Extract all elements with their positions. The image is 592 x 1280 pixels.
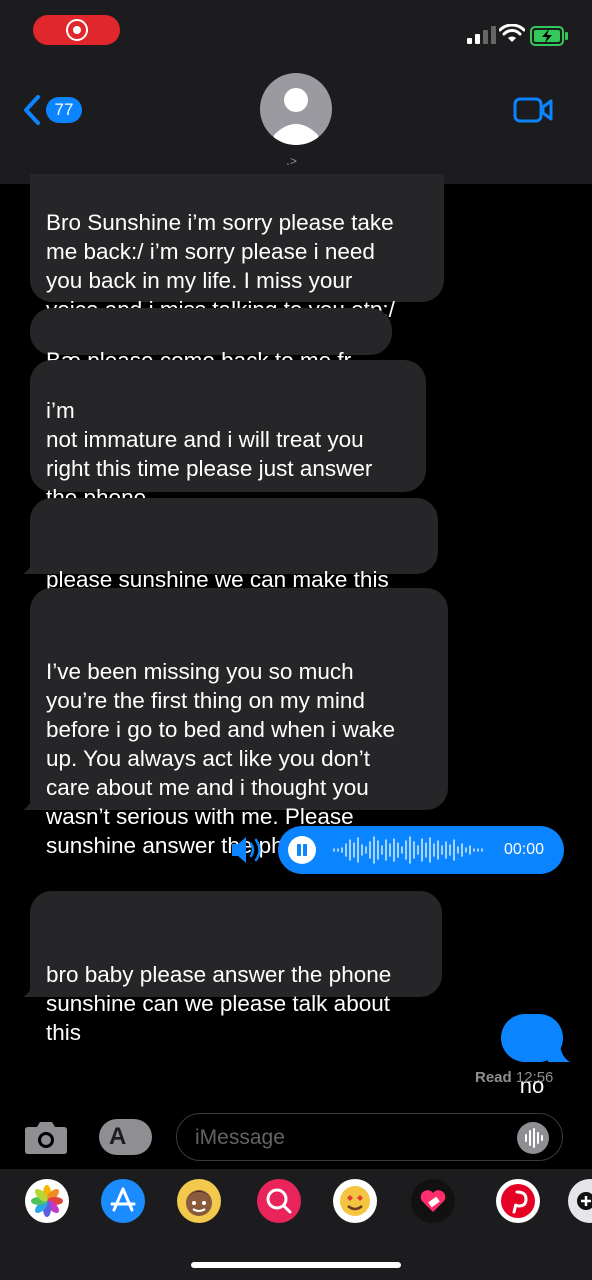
app-store-button[interactable]: A — [99, 1119, 152, 1155]
message-text: bro baby please answer the phone sunshin… — [46, 962, 392, 1045]
chevron-left-icon — [24, 95, 40, 125]
bubble-tail — [23, 554, 45, 574]
record-icon — [66, 19, 88, 41]
bubble-tail — [23, 977, 45, 997]
animoji-icon[interactable] — [333, 1179, 377, 1223]
screen-recording-indicator[interactable] — [33, 15, 120, 45]
app-store-icon: A — [109, 1123, 127, 1150]
bubble-tail — [548, 1042, 570, 1062]
audio-record-button[interactable] — [517, 1122, 549, 1154]
photos-icon[interactable] — [25, 1179, 69, 1223]
message-bubble[interactable]: Bro Sunshine i’m sorry please take me ba… — [30, 174, 444, 322]
more-apps-icon[interactable] — [568, 1179, 592, 1223]
message-bubble[interactable]: i’m not immature and i will treat you ri… — [30, 360, 426, 510]
speaker-icon[interactable] — [230, 826, 266, 874]
wifi-icon — [499, 24, 525, 42]
audio-duration: 00:00 — [504, 841, 545, 858]
camera-icon[interactable] — [24, 1119, 68, 1155]
message-placeholder: iMessage — [195, 1126, 285, 1149]
message-bubble[interactable]: bro baby please answer the phone sunshin… — [23, 891, 442, 1045]
message-bubble[interactable]: I’ve been missing you so much you’re the… — [23, 588, 448, 858]
waveform-icon — [525, 1128, 543, 1148]
web-search-icon[interactable] — [257, 1179, 301, 1223]
pinterest-icon[interactable] — [496, 1179, 540, 1223]
home-indicator[interactable] — [191, 1262, 401, 1268]
pause-icon[interactable] — [288, 836, 316, 864]
conversation-header: 77 .> — [0, 60, 592, 184]
message-text: Bro Sunshine i’m sorry please take me ba… — [46, 210, 395, 322]
audio-message-bubble[interactable]: 00:00 — [278, 826, 564, 874]
facetime-video-icon[interactable] — [513, 96, 553, 124]
contact-name[interactable]: .> — [286, 152, 297, 168]
message-bubble[interactable]: Bæ please come back to me fr — [30, 308, 392, 373]
contact-avatar[interactable] — [260, 73, 332, 145]
status-bar — [0, 0, 592, 60]
memoji-icon[interactable] — [177, 1179, 221, 1223]
person-icon — [274, 88, 318, 145]
chevron-right-icon: > — [289, 154, 297, 168]
app-store-icon[interactable] — [101, 1179, 145, 1223]
message-bubble[interactable]: please sunshine we can make this work th… — [23, 498, 438, 621]
unread-count-badge: 77 — [46, 97, 82, 123]
back-button[interactable]: 77 — [22, 94, 92, 126]
waveform-icon — [333, 836, 483, 864]
read-receipt: Read 12:56 — [475, 1069, 554, 1086]
message-text: i’m not immature and i will treat you ri… — [46, 398, 373, 510]
heart-sticker-icon[interactable] — [411, 1179, 455, 1223]
cellular-signal-icon — [467, 26, 496, 44]
message-input[interactable]: iMessage — [176, 1113, 563, 1161]
composer-bar: A iMessage — [0, 1105, 592, 1169]
bubble-tail — [23, 790, 45, 810]
battery-charging-icon — [530, 26, 568, 46]
